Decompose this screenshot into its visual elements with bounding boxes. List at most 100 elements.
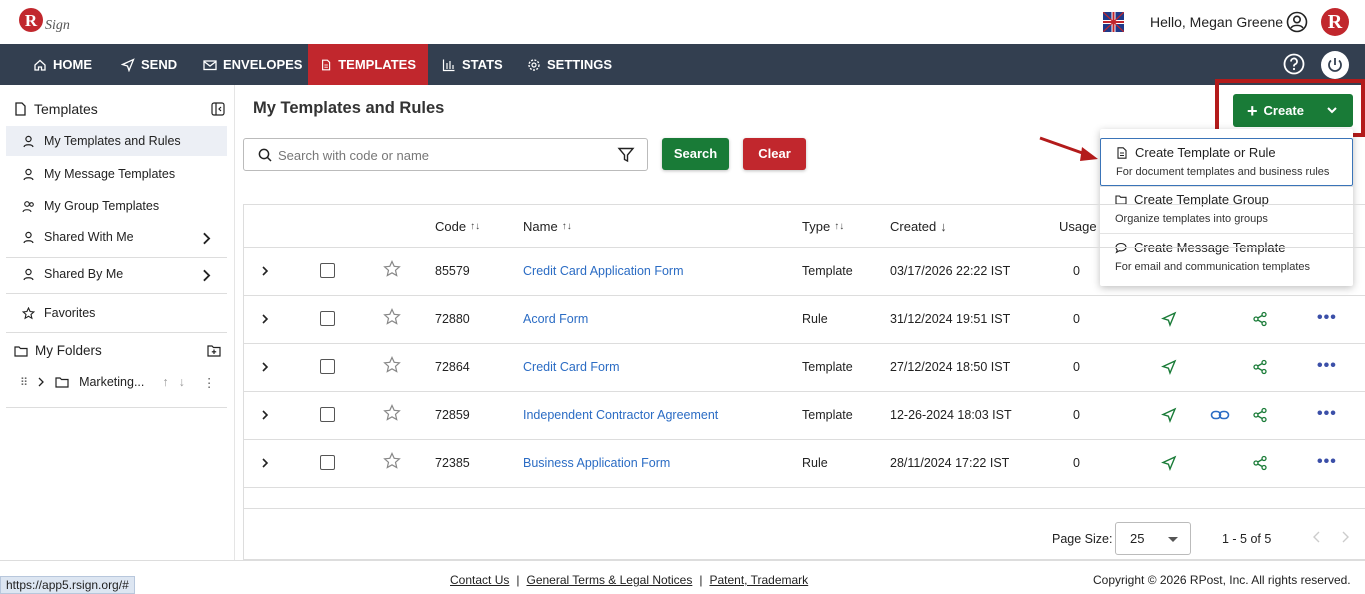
row-checkbox[interactable] [320, 359, 335, 374]
send-icon[interactable] [1161, 407, 1177, 423]
sidebar-item-favorites[interactable]: Favorites [6, 298, 227, 328]
chevron-right-icon[interactable] [261, 361, 269, 373]
nav-send[interactable]: SEND [109, 44, 189, 85]
account-icon[interactable] [1286, 11, 1308, 33]
clear-button[interactable]: Clear [743, 138, 806, 170]
star-icon[interactable] [383, 356, 401, 374]
table-row[interactable]: 72880 Acord Form Rule 31/12/2024 19:51 I… [244, 295, 1365, 343]
more-options-icon[interactable]: ••• [1317, 405, 1337, 423]
pointer-arrow [1039, 136, 1098, 161]
uk-flag-icon[interactable] [1103, 12, 1124, 32]
cell-name-link[interactable]: Credit Card Application Form [523, 264, 683, 278]
chevron-right-icon[interactable] [261, 457, 269, 469]
share-icon[interactable] [1252, 311, 1268, 327]
nav-templates[interactable]: TEMPLATES [308, 44, 428, 85]
divider [6, 407, 227, 408]
nav-envelopes[interactable]: ENVELOPES [191, 44, 314, 85]
patent-link[interactable]: Patent, Trademark [709, 573, 808, 587]
chevron-left-icon[interactable] [1313, 531, 1320, 543]
send-icon[interactable] [1161, 455, 1177, 471]
move-up-icon[interactable]: ↑ [162, 375, 168, 389]
main-nav: HOME SEND ENVELOPES TEMPLATES STATS SETT… [0, 44, 1365, 85]
cell-usage: 0 [1073, 456, 1080, 470]
sidebar-item-message-templates[interactable]: My Message Templates [6, 159, 227, 189]
chevron-right-icon[interactable] [37, 377, 45, 387]
share-icon[interactable] [1252, 455, 1268, 471]
table-row[interactable]: 85579 Credit Card Application Form Templ… [244, 247, 1365, 295]
more-options-icon[interactable]: ••• [1317, 309, 1337, 327]
star-icon[interactable] [383, 260, 401, 278]
folder-name: Marketing... [79, 375, 145, 389]
kebab-menu-icon[interactable]: ⋮ [203, 375, 216, 390]
move-down-icon[interactable]: ↓ [179, 375, 185, 389]
col-usage[interactable]: Usage [1059, 219, 1097, 234]
drag-handle-icon[interactable]: ⠿ [20, 376, 28, 389]
star-icon[interactable] [383, 452, 401, 470]
sidebar-item-group-templates[interactable]: My Group Templates [6, 191, 227, 221]
sidebar-item-label: Shared By Me [44, 267, 124, 281]
chevron-right-icon[interactable] [1342, 531, 1349, 543]
cell-name-link[interactable]: Business Application Form [523, 456, 670, 470]
nav-label: STATS [462, 57, 503, 72]
col-code[interactable]: Code ↑↓ [435, 219, 480, 234]
cell-usage: 0 [1073, 312, 1080, 326]
row-checkbox[interactable] [320, 311, 335, 326]
sidebar-item-shared-by-me[interactable]: Shared By Me [6, 259, 227, 289]
col-created[interactable]: Created ↓ [890, 219, 947, 234]
menu-item-create-template-or-rule[interactable]: Create Template or Rule For document tem… [1100, 138, 1353, 186]
terms-link[interactable]: General Terms & Legal Notices [526, 573, 692, 587]
template-icon [322, 59, 331, 70]
cell-usage: 0 [1073, 408, 1080, 422]
search-button[interactable]: Search [662, 138, 729, 170]
folders-heading: My Folders [14, 343, 102, 358]
cell-name-link[interactable]: Acord Form [523, 312, 588, 326]
col-type[interactable]: Type ↑↓ [802, 219, 844, 234]
power-icon[interactable] [1321, 51, 1349, 79]
star-icon[interactable] [383, 404, 401, 422]
search-input[interactable] [278, 147, 608, 163]
table-row[interactable]: 72864 Credit Card Form Template 27/12/20… [244, 343, 1365, 391]
user-greeting: Hello, Megan Greene [1150, 14, 1284, 30]
collapse-sidebar-icon[interactable] [211, 102, 225, 116]
contact-link[interactable]: Contact Us [450, 573, 509, 587]
table-row[interactable]: 72385 Business Application Form Rule 28/… [244, 439, 1365, 487]
cell-name-link[interactable]: Credit Card Form [523, 360, 620, 374]
send-icon[interactable] [1161, 359, 1177, 375]
sidebar-item-label: Favorites [44, 306, 96, 320]
nav-stats[interactable]: STATS [430, 44, 515, 85]
sidebar-item-my-templates[interactable]: My Templates and Rules [6, 126, 227, 156]
more-options-icon[interactable]: ••• [1317, 357, 1337, 375]
row-checkbox[interactable] [320, 263, 335, 278]
cell-name-link[interactable]: Independent Contractor Agreement [523, 408, 718, 422]
share-icon[interactable] [1252, 359, 1268, 375]
nav-home[interactable]: HOME [21, 44, 104, 85]
star-icon[interactable] [383, 308, 401, 326]
share-icon[interactable] [1252, 407, 1268, 423]
table-row[interactable]: 72859 Independent Contractor Agreement T… [244, 391, 1365, 439]
nav-settings[interactable]: SETTINGS [515, 44, 624, 85]
chevron-right-icon[interactable] [261, 265, 269, 277]
create-button[interactable]: + Create [1233, 94, 1353, 127]
rsign-logo[interactable]: R Sign [18, 5, 80, 39]
star-icon [22, 306, 35, 319]
help-icon[interactable] [1283, 53, 1305, 75]
folder-item[interactable]: ⠿ Marketing... ↑ ↓ ⋮ [20, 372, 225, 392]
add-folder-icon[interactable] [207, 344, 221, 357]
send-icon[interactable] [1161, 311, 1177, 327]
row-checkbox[interactable] [320, 455, 335, 470]
row-checkbox[interactable] [320, 407, 335, 422]
page-size-select[interactable]: 25 [1115, 522, 1191, 555]
link-icon[interactable] [1210, 407, 1230, 423]
chevron-right-icon[interactable] [261, 409, 269, 421]
sidebar-item-shared-with-me[interactable]: Shared With Me [6, 222, 227, 252]
cell-created: 03/17/2026 22:22 IST [890, 264, 1011, 278]
rpost-badge[interactable]: R [1321, 8, 1349, 36]
footer: Contact Us | General Terms & Legal Notic… [0, 560, 1365, 594]
sort-desc-icon: ↓ [940, 219, 947, 234]
menu-item-label: Create Template or Rule [1135, 145, 1276, 160]
col-name[interactable]: Name ↑↓ [523, 219, 572, 234]
more-options-icon[interactable]: ••• [1317, 453, 1337, 471]
sidebar-item-label: My Message Templates [44, 167, 176, 181]
chevron-right-icon[interactable] [261, 313, 269, 325]
filter-icon[interactable] [617, 146, 635, 164]
